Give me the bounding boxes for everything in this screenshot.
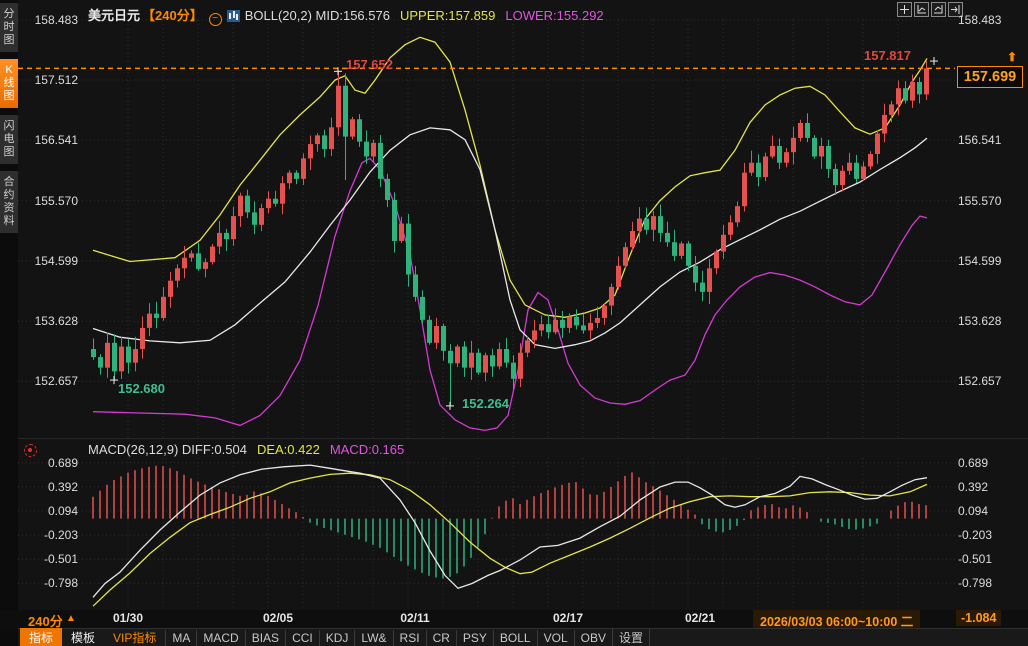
toolbar-item-PSY[interactable]: PSY xyxy=(456,630,493,646)
symbol-title: 美元日元 xyxy=(88,8,140,23)
toolbar-item-VOL[interactable]: VOL xyxy=(537,630,574,646)
price-label-left: 156.541 xyxy=(30,133,78,147)
macd-label-left: 0.689 xyxy=(30,456,78,470)
price-label-left: 153.628 xyxy=(30,314,78,328)
macd-label-left: -0.203 xyxy=(30,528,78,542)
macd-header: MACD(26,12,9) DIFF:0.504 DEA:0.422 MACD:0.… xyxy=(88,442,404,457)
toolbar-tab-0[interactable]: 指标 xyxy=(20,628,62,646)
price-label-left: 152.657 xyxy=(30,374,78,388)
toolbar-tab-2[interactable]: VIP指标 xyxy=(104,628,165,646)
toolbar-item-RSI[interactable]: RSI xyxy=(393,630,426,646)
toolbar-corner xyxy=(0,628,18,646)
date-label: 02/05 xyxy=(263,611,293,625)
date-label: 02/21 xyxy=(685,611,715,625)
macd-label-left: 0.094 xyxy=(30,504,78,518)
date-label: 02/17 xyxy=(553,611,583,625)
date-label: 02/11 xyxy=(400,611,429,625)
macd-panel xyxy=(93,465,927,606)
toolbar-item-MACD[interactable]: MACD xyxy=(196,630,244,646)
annotation-low-left: 152.680 xyxy=(118,381,165,396)
sidebar-tab-0[interactable]: 分时图 xyxy=(0,3,18,52)
macd-label-right: 0.094 xyxy=(958,504,988,518)
price-label-right: 153.628 xyxy=(958,314,1001,328)
macd-label-right: 0.392 xyxy=(958,480,988,494)
toolbar-item-设置[interactable]: 设置 xyxy=(612,628,650,646)
candles xyxy=(91,61,929,406)
price-label-left: 158.483 xyxy=(30,13,78,27)
axis-right-icon[interactable] xyxy=(931,2,946,17)
price-label-left: 157.512 xyxy=(30,73,78,87)
toolbar-item-OBV[interactable]: OBV xyxy=(574,630,612,646)
price-label-right: 154.599 xyxy=(958,254,1001,268)
annotation-high-mid: 157.652 xyxy=(346,57,393,72)
macd-label-right: -0.501 xyxy=(958,552,992,566)
toolbar-item-KDJ[interactable]: KDJ xyxy=(319,630,355,646)
chart-tool-icons xyxy=(895,2,963,17)
macd-params-label: MACD(26,12,9) DIFF:0.504 xyxy=(88,442,247,457)
toolbar-item-CR[interactable]: CR xyxy=(426,630,456,646)
price-label-right: 156.541 xyxy=(958,133,1001,147)
sidebar-tab-2[interactable]: 闪电图 xyxy=(0,115,18,164)
boll-upper-label: UPPER:157.859 xyxy=(400,8,495,23)
macd-label-left: -0.798 xyxy=(30,576,78,590)
macd-label-right: 0.689 xyxy=(958,456,988,470)
macd-label-right: -0.798 xyxy=(958,576,992,590)
price-label-left: 154.599 xyxy=(30,254,78,268)
annotation-low-mid: 152.264 xyxy=(462,396,509,411)
toolbar-item-CCI[interactable]: CCI xyxy=(285,630,319,646)
time-axis: 240分 ▲ 2026/03/03 06:00~10:00 二 -1.084 0… xyxy=(0,610,1028,628)
period-label[interactable]: 【240分】 xyxy=(142,8,203,23)
price-label-right: 155.570 xyxy=(958,194,1001,208)
macd-label-right: -0.203 xyxy=(958,528,992,542)
chart-header: 美元日元【240分】− BOLL(20,2) MID:156.576 UPPER:1… xyxy=(88,5,604,26)
indicator-toolbar: 指标模板VIP指标MAMACDBIASCCIKDJLW&RSICRPSYBOLL… xyxy=(18,628,1028,646)
crosshair-icon[interactable] xyxy=(897,2,912,17)
macd-value-label: MACD:0.165 xyxy=(330,442,404,457)
indicator-target-icon[interactable] xyxy=(24,444,37,457)
chart-canvas[interactable] xyxy=(0,0,1028,646)
macd-label-left: -0.501 xyxy=(30,552,78,566)
annotation-high-right: 157.817 xyxy=(864,48,911,63)
price-label-left: 155.570 xyxy=(30,194,78,208)
toolbar-item-MA[interactable]: MA xyxy=(165,630,196,646)
sidebar-tab-1[interactable]: K线图 xyxy=(0,59,18,108)
price-label-right: 158.483 xyxy=(958,13,1001,27)
date-label: 01/30 xyxy=(113,611,143,625)
macd-min-label: -1.084 xyxy=(956,610,1001,626)
current-price-box[interactable]: 157.699 xyxy=(957,66,1023,88)
sidebar-tab-3[interactable]: 合约资料 xyxy=(0,171,18,233)
price-label-right: 152.657 xyxy=(958,374,1001,388)
collapse-icon[interactable]: − xyxy=(209,13,222,26)
toolbar-item-BOLL[interactable]: BOLL xyxy=(493,630,537,646)
toolbar-item-BIAS[interactable]: BIAS xyxy=(245,630,285,646)
boll-lower-label: LOWER:155.292 xyxy=(505,8,603,23)
macd-dea-label: DEA:0.422 xyxy=(257,442,320,457)
price-arrow-icon: ⬆ xyxy=(1007,50,1017,64)
toolbar-item-LW&[interactable]: LW& xyxy=(354,630,392,646)
axis-left-icon[interactable] xyxy=(914,2,929,17)
trading-app: 分时图 K线图闪电图合约资料 美元日元【240分】− BOLL(20,2) MID:… xyxy=(0,0,1028,646)
boll-mid-label: BOLL(20,2) MID:156.576 xyxy=(245,8,390,23)
macd-label-left: 0.392 xyxy=(30,480,78,494)
sidebar: 分时图 K线图闪电图合约资料 xyxy=(0,0,18,610)
kline-icon xyxy=(227,10,240,22)
toolbar-tab-1[interactable]: 模板 xyxy=(62,628,104,646)
period-up-triangle-icon[interactable]: ▲ xyxy=(66,613,76,624)
